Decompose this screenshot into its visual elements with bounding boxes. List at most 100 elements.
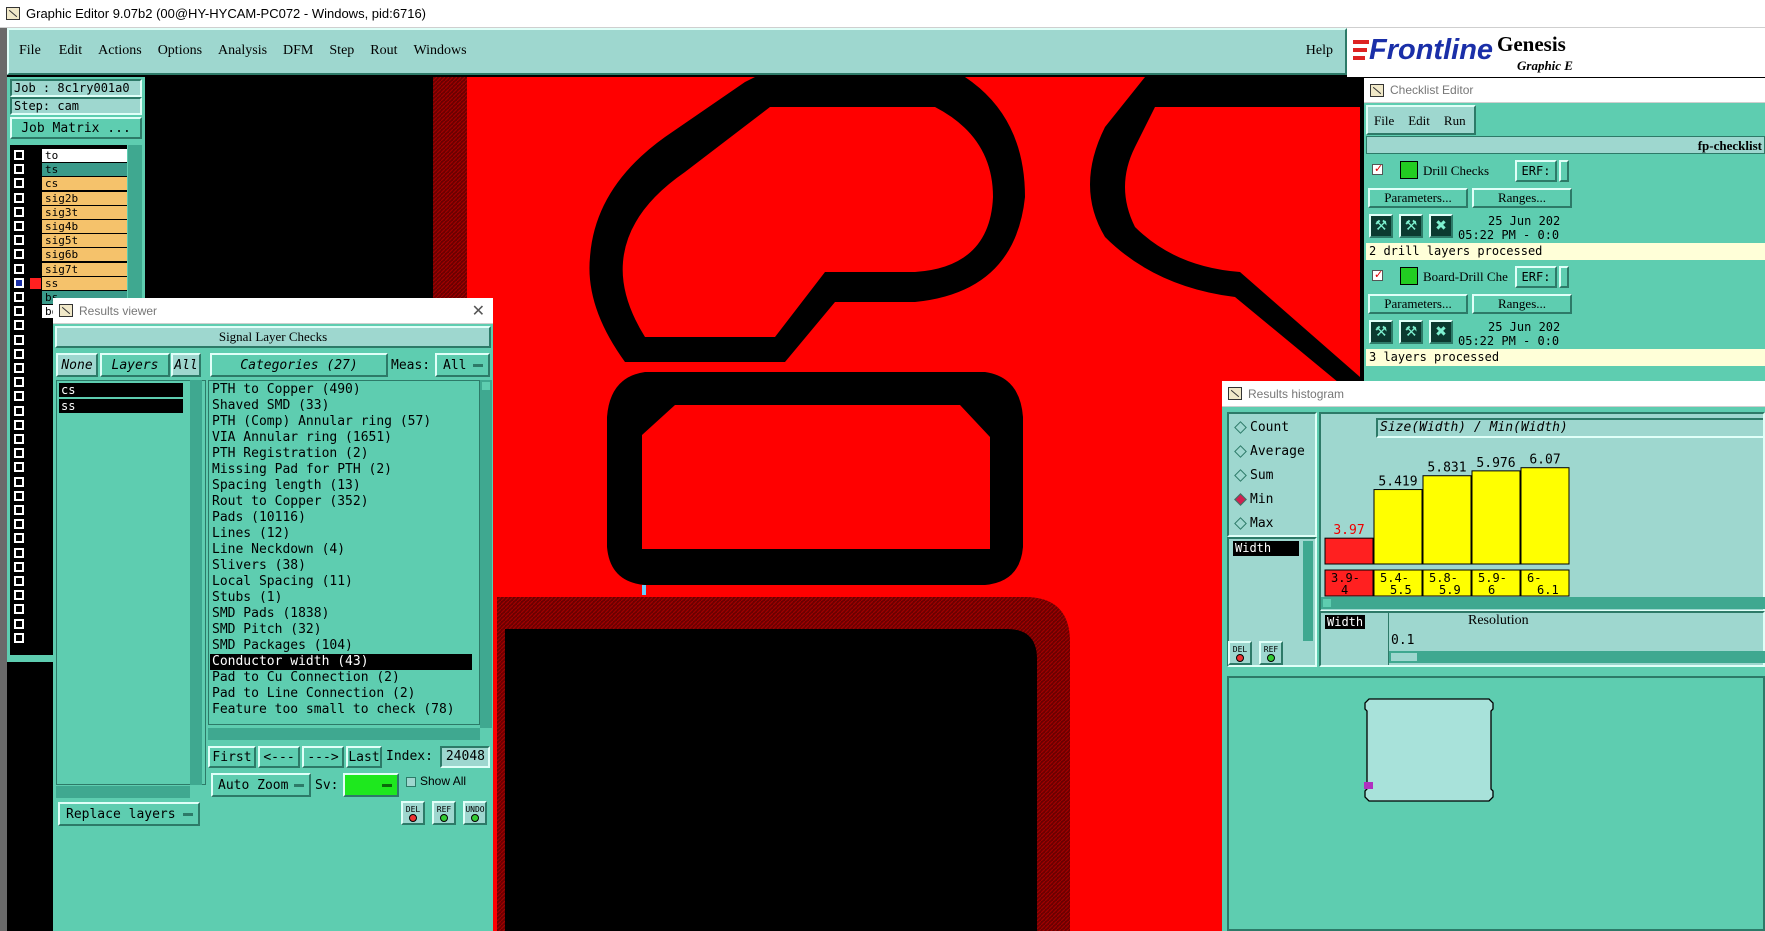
- category-item[interactable]: Conductor width (43): [210, 654, 472, 670]
- layer-checkbox[interactable]: [14, 320, 24, 331]
- layer-checkbox[interactable]: [14, 632, 24, 643]
- run-all-icon[interactable]: ⚒: [1399, 214, 1423, 238]
- layer-row-to[interactable]: to: [10, 149, 127, 162]
- layer-checkbox[interactable]: [14, 590, 24, 601]
- layer-checkbox[interactable]: [14, 533, 24, 544]
- category-item[interactable]: Line Neckdown (4): [210, 542, 472, 558]
- layer-checkbox[interactable]: [14, 178, 24, 189]
- histogram-hscroll[interactable]: [1321, 597, 1765, 609]
- histogram-bar[interactable]: [1471, 470, 1521, 565]
- ranges-button[interactable]: Ranges...: [1472, 188, 1572, 208]
- category-item[interactable]: Pads (10116): [210, 510, 472, 526]
- category-item[interactable]: Pad to Line Connection (2): [210, 686, 472, 702]
- category-item[interactable]: Stubs (1): [210, 590, 472, 606]
- menu-step[interactable]: Step: [329, 43, 354, 59]
- measure-item[interactable]: Width: [1233, 541, 1299, 556]
- layer-checkbox[interactable]: [14, 150, 24, 160]
- parameters-button[interactable]: Parameters...: [1368, 188, 1468, 208]
- results-del-button[interactable]: DEL: [401, 801, 425, 825]
- layer-checkbox[interactable]: [14, 348, 24, 359]
- histogram-ref-button[interactable]: REF: [1259, 641, 1283, 665]
- layer-checkbox[interactable]: [14, 490, 24, 501]
- category-item[interactable]: VIA Annular ring (1651): [210, 430, 472, 446]
- run-icon[interactable]: ⚒: [1369, 320, 1393, 344]
- layer-checkbox[interactable]: [14, 519, 24, 530]
- layer-checkbox[interactable]: [14, 448, 24, 459]
- menu-help[interactable]: Help: [1306, 43, 1333, 59]
- resolution-slider[interactable]: [1389, 651, 1765, 663]
- layer-row-sig7t[interactable]: sig7t: [10, 262, 127, 276]
- results-ref-button[interactable]: REF: [432, 801, 456, 825]
- index-field[interactable]: 24048: [440, 746, 490, 768]
- job-matrix-button[interactable]: Job Matrix ...: [10, 117, 142, 139]
- layer-checkbox[interactable]: [14, 263, 24, 274]
- checklist-menu-file[interactable]: File: [1374, 113, 1394, 129]
- category-item[interactable]: Missing Pad for PTH (2): [210, 462, 472, 478]
- menu-dfm[interactable]: DFM: [283, 43, 313, 59]
- category-item[interactable]: Spacing length (13): [210, 478, 472, 494]
- layer-row-sig5t[interactable]: sig5t: [10, 234, 127, 248]
- prev-button[interactable]: <---: [258, 746, 300, 768]
- layer-checkbox[interactable]: [14, 561, 24, 572]
- layer-row-sig6b[interactable]: sig6b: [10, 248, 127, 262]
- category-item[interactable]: Feature too small to check (78): [210, 702, 472, 718]
- layer-checkbox[interactable]: [14, 476, 24, 487]
- results-layer-hscroll[interactable]: [56, 786, 190, 798]
- all-layers-button[interactable]: All: [171, 353, 201, 377]
- layer-checkbox[interactable]: [14, 419, 24, 430]
- layer-checkbox[interactable]: [14, 405, 24, 416]
- layer-checkbox[interactable]: [14, 505, 24, 515]
- layer-row-ts[interactable]: ts: [10, 163, 127, 177]
- menu-options[interactable]: Options: [158, 43, 202, 59]
- histogram-bar[interactable]: [1422, 475, 1472, 565]
- sv-color-select[interactable]: [343, 773, 399, 797]
- category-item[interactable]: Rout to Copper (352): [210, 494, 472, 510]
- layer-checkbox[interactable]: [14, 249, 24, 260]
- category-item[interactable]: PTH (Comp) Annular ring (57): [210, 414, 472, 430]
- layer-checkbox[interactable]: [14, 206, 24, 217]
- run-icon[interactable]: ⚒: [1369, 214, 1393, 238]
- categories-hscroll[interactable]: [208, 728, 480, 740]
- layer-row-ss[interactable]: ss: [10, 276, 127, 290]
- layer-checkbox[interactable]: [14, 221, 24, 231]
- layer-checkbox[interactable]: [14, 618, 24, 629]
- results-layer-item[interactable]: ss: [59, 399, 183, 413]
- histogram-bar[interactable]: [1373, 489, 1423, 565]
- histogram-del-button[interactable]: DEL: [1228, 641, 1252, 665]
- layer-row-sig2b[interactable]: sig2b: [10, 191, 127, 205]
- results-undo-button[interactable]: UNDO: [463, 801, 487, 825]
- category-item[interactable]: SMD Pads (1838): [210, 606, 472, 622]
- layer-checkbox[interactable]: [14, 576, 24, 586]
- ranges-button[interactable]: Ranges...: [1472, 294, 1572, 314]
- categories-vscroll[interactable]: [480, 380, 492, 728]
- layer-checkbox[interactable]: [14, 547, 24, 558]
- layer-row-sig4b[interactable]: sig4b: [10, 220, 127, 233]
- histogram-option-min[interactable]: Min: [1231, 490, 1315, 510]
- histogram-option-max[interactable]: Max: [1231, 514, 1315, 534]
- layer-checkbox[interactable]: [14, 462, 24, 473]
- category-item[interactable]: Lines (12): [210, 526, 472, 542]
- erf-select[interactable]: ERF:: [1515, 266, 1557, 288]
- menu-file[interactable]: File: [19, 43, 41, 59]
- layer-checkbox[interactable]: [14, 363, 24, 373]
- category-item[interactable]: Shaved SMD (33): [210, 398, 472, 414]
- results-layer-vscroll[interactable]: [190, 380, 202, 785]
- histogram-option-sum[interactable]: Sum: [1231, 466, 1315, 486]
- layers-button[interactable]: Layers: [100, 353, 170, 377]
- layer-row-sig3t[interactable]: sig3t: [10, 205, 127, 219]
- category-item[interactable]: PTH to Copper (490): [210, 382, 472, 398]
- categories-button[interactable]: Categories (27): [210, 353, 388, 377]
- layer-checkbox[interactable]: [14, 292, 24, 302]
- results-layer-item[interactable]: cs: [59, 383, 183, 397]
- erf-select[interactable]: ERF:: [1515, 160, 1557, 182]
- none-button[interactable]: None: [56, 353, 98, 377]
- checklist-menu-run[interactable]: Run: [1444, 113, 1466, 129]
- layer-checkbox[interactable]: [14, 192, 24, 203]
- menu-rout[interactable]: Rout: [370, 43, 397, 59]
- category-item[interactable]: SMD Packages (104): [210, 638, 472, 654]
- erf-options-button[interactable]: [1559, 160, 1569, 182]
- layer-checkbox[interactable]: [14, 434, 24, 444]
- layer-checkbox[interactable]: [14, 377, 24, 388]
- layer-checkbox[interactable]: [14, 235, 24, 246]
- histogram-bar[interactable]: [1324, 537, 1374, 565]
